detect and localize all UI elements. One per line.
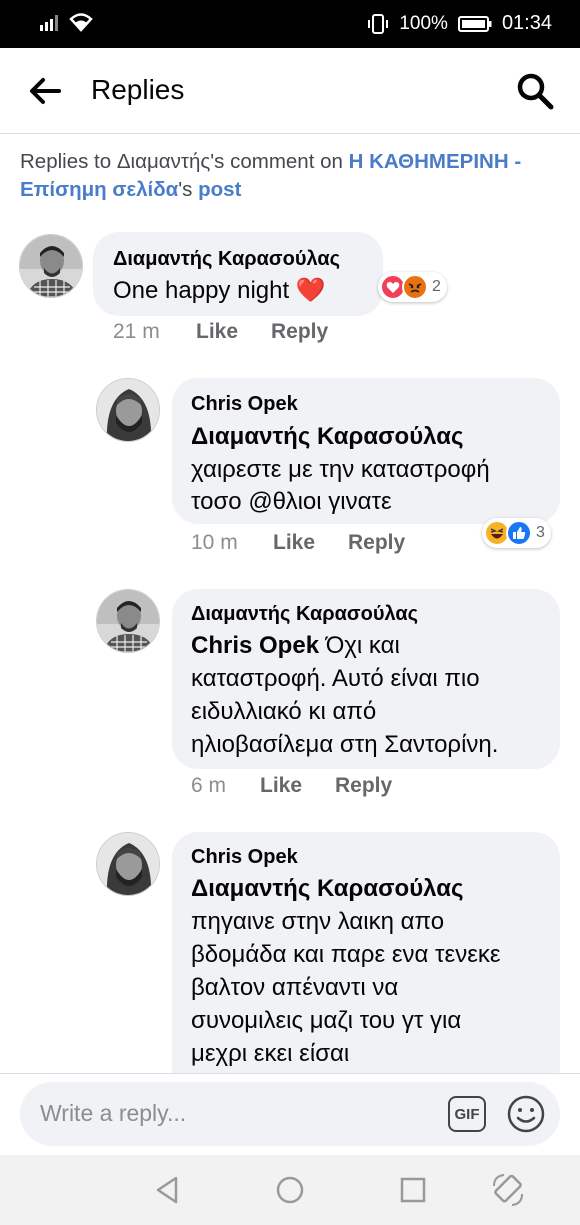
- context-middle: 's: [178, 178, 199, 201]
- comment-text-line: ηλιοβασίλεμα στη Σαντορίνη.: [191, 731, 499, 758]
- reaction-count: 3: [536, 524, 545, 541]
- system-nav-bar: [0, 1155, 580, 1225]
- comment-text-line: βαλτον απέναντι να: [191, 974, 399, 1001]
- reply-button[interactable]: Reply: [271, 320, 328, 344]
- comment-text-line: καταστροφή. Αυτό είναι πιο: [191, 665, 480, 692]
- reaction-summary[interactable]: 2: [378, 272, 447, 302]
- rotate-icon[interactable]: [490, 1172, 526, 1208]
- avatar[interactable]: [19, 234, 83, 298]
- comment-text-line: συνομιλεις μαζι του γτ για: [191, 1007, 462, 1034]
- nav-recents-icon[interactable]: [396, 1173, 430, 1207]
- vibrate-icon: [368, 13, 389, 34]
- reply-placeholder: Write a reply...: [40, 1100, 187, 1126]
- comment: Διαμαντής Καρασούλας Chris Opek Όχι και …: [0, 589, 580, 809]
- comment-author[interactable]: Διαμαντής Καρασούλας: [191, 603, 418, 626]
- comment-bubble[interactable]: Chris Opek Διαμαντής Καρασούλας χαιρεστε…: [172, 378, 560, 524]
- mention-link[interactable]: Διαμαντής Καρασούλας: [191, 872, 463, 905]
- gif-icon[interactable]: GIF: [448, 1096, 486, 1132]
- comment-text-line: χαιρεστε με την καταστροφή: [191, 456, 490, 483]
- comment-text: One happy night ❤️: [113, 277, 326, 304]
- comment-text-line: ειδυλλιακό κι από: [191, 698, 377, 725]
- comment: Chris Opek Διαμαντής Καρασούλας χαιρεστε…: [0, 378, 580, 568]
- like-button[interactable]: Like: [273, 531, 348, 555]
- replies-context: Replies to Διαμαντής's comment on Η ΚΑΘΗ…: [20, 148, 565, 204]
- angry-react-icon: [402, 274, 428, 300]
- clock: 01:34: [501, 12, 552, 34]
- avatar[interactable]: [96, 589, 160, 653]
- reply-button[interactable]: Reply: [335, 774, 392, 798]
- comment: Chris Opek Διαμαντής Καρασούλας πηγαινε …: [0, 832, 580, 1073]
- mention-link[interactable]: Διαμαντής Καρασούλας: [191, 420, 463, 453]
- reply-input[interactable]: Write a reply... GIF: [20, 1082, 560, 1146]
- reply-button[interactable]: Reply: [348, 531, 405, 555]
- comment: Διαμαντής Καρασούλας One happy night ❤️ …: [0, 230, 580, 360]
- comment-time: 6 m: [191, 774, 227, 797]
- comment-bubble[interactable]: Διαμαντής Καρασούλας One happy night ❤️: [93, 232, 383, 316]
- nav-back-icon[interactable]: [150, 1173, 184, 1207]
- avatar[interactable]: [96, 378, 160, 442]
- nav-home-icon[interactable]: [273, 1173, 307, 1207]
- comment-bubble[interactable]: Chris Opek Διαμαντής Καρασούλας πηγαινε …: [172, 832, 560, 1073]
- comment-actions: 6 m Like Reply: [191, 774, 392, 798]
- page-title: Replies: [91, 74, 185, 105]
- like-button[interactable]: Like: [260, 774, 335, 798]
- app-bar: Replies: [0, 48, 580, 134]
- reply-composer: Write a reply... GIF: [0, 1073, 580, 1155]
- post-link[interactable]: post: [198, 178, 241, 201]
- comment-actions: 10 m Like Reply: [191, 531, 405, 555]
- battery-percent: 100%: [399, 12, 448, 34]
- reaction-count: 2: [432, 278, 441, 295]
- like-react-icon: [506, 520, 532, 546]
- comment-actions: 21 m Like Reply: [113, 320, 328, 344]
- comment-author[interactable]: Διαμαντής Καρασούλας: [113, 248, 340, 271]
- signal-icon: [40, 15, 58, 31]
- comment-author[interactable]: Chris Opek: [191, 393, 298, 416]
- comment-time: 21 m: [113, 320, 160, 343]
- comment-author[interactable]: Chris Opek: [191, 846, 298, 869]
- status-right: 100% 01:34: [367, 12, 552, 35]
- comment-first-line: Chris Opek Όχι και: [191, 629, 400, 662]
- comment-text-line: βδομάδα και παρε ενα τενεκε: [191, 941, 501, 968]
- comment-text-line: τοσο @θλιοι γινατε: [191, 488, 392, 515]
- mention-link[interactable]: Chris Opek: [191, 632, 319, 659]
- comment-time: 10 m: [191, 531, 238, 554]
- like-button[interactable]: Like: [196, 320, 271, 344]
- reaction-summary[interactable]: 3: [482, 518, 551, 548]
- wifi-icon: [69, 13, 93, 32]
- search-icon[interactable]: [516, 72, 554, 110]
- comment-text-line: πηγαινε στην λαικη απο: [191, 908, 445, 935]
- status-bar: 100% 01:34: [0, 0, 580, 48]
- smiley-icon[interactable]: [506, 1094, 546, 1134]
- comment-text-line: μεχρι εκει είσαι: [191, 1040, 350, 1067]
- avatar[interactable]: [96, 832, 160, 896]
- context-prefix: Replies to Διαμαντής's comment on: [20, 150, 349, 173]
- battery-icon: [457, 15, 492, 32]
- back-arrow-icon[interactable]: [28, 76, 62, 106]
- comment-bubble[interactable]: Διαμαντής Καρασούλας Chris Opek Όχι και …: [172, 589, 560, 769]
- comment-text-line: Όχι και: [319, 632, 400, 659]
- status-left: [40, 12, 94, 32]
